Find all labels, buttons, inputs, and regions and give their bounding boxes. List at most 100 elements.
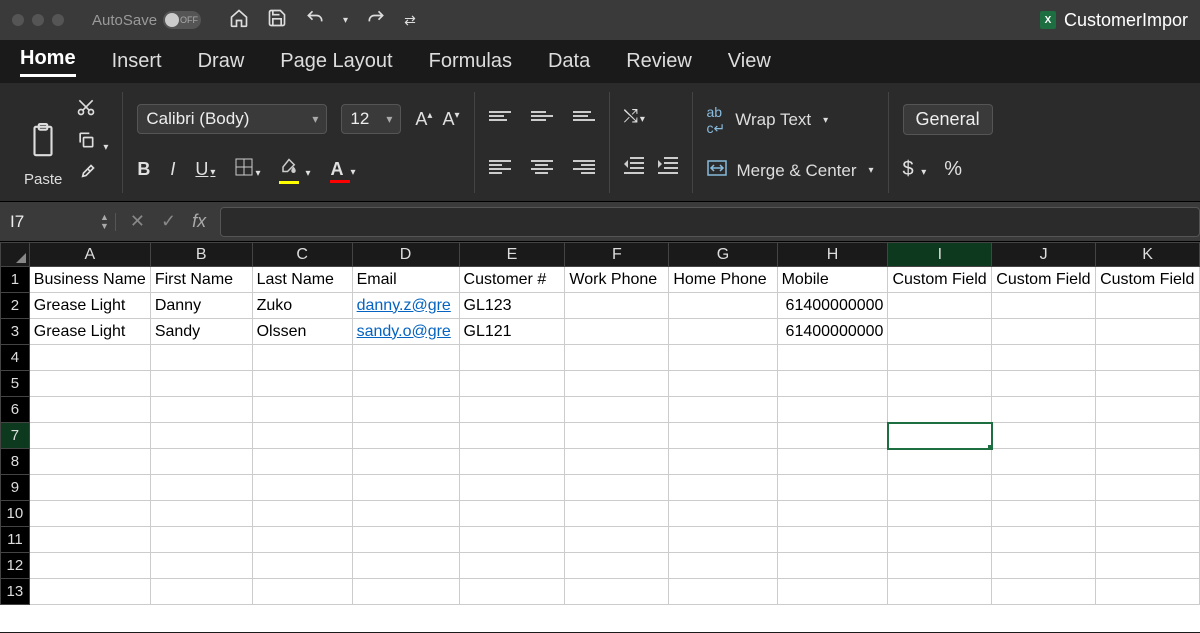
name-box[interactable]: I7 bbox=[0, 212, 100, 232]
cell-J7[interactable] bbox=[992, 423, 1096, 449]
cell-A7[interactable] bbox=[29, 423, 150, 449]
cell-H6[interactable] bbox=[777, 397, 888, 423]
cell-H1[interactable]: Mobile bbox=[777, 267, 888, 293]
cell-G5[interactable] bbox=[669, 371, 777, 397]
fill-color-icon[interactable]: ▾ bbox=[280, 158, 310, 181]
cell-K8[interactable] bbox=[1096, 449, 1200, 475]
row-header-12[interactable]: 12 bbox=[1, 553, 30, 579]
cell-E6[interactable] bbox=[459, 397, 565, 423]
cell-B7[interactable] bbox=[150, 423, 252, 449]
cell-F5[interactable] bbox=[565, 371, 669, 397]
cell-C7[interactable] bbox=[252, 423, 352, 449]
cell-A10[interactable] bbox=[29, 501, 150, 527]
cell-I10[interactable] bbox=[888, 501, 992, 527]
cell-A13[interactable] bbox=[29, 579, 150, 605]
cell-H4[interactable] bbox=[777, 345, 888, 371]
cell-C8[interactable] bbox=[252, 449, 352, 475]
cell-J5[interactable] bbox=[992, 371, 1096, 397]
cell-I6[interactable] bbox=[888, 397, 992, 423]
cell-I1[interactable]: Custom Field bbox=[888, 267, 992, 293]
cell-J9[interactable] bbox=[992, 475, 1096, 501]
cell-K2[interactable] bbox=[1096, 293, 1200, 319]
cell-H2[interactable]: 61400000000 bbox=[777, 293, 888, 319]
cell-C3[interactable]: Olssen bbox=[252, 319, 352, 345]
cell-H10[interactable] bbox=[777, 501, 888, 527]
row-header-10[interactable]: 10 bbox=[1, 501, 30, 527]
cell-C11[interactable] bbox=[252, 527, 352, 553]
column-header-B[interactable]: B bbox=[150, 243, 252, 267]
column-header-F[interactable]: F bbox=[565, 243, 669, 267]
merge-center-button[interactable]: Merge & Center ▾ bbox=[707, 160, 874, 181]
customize-qat-icon[interactable]: ⇄ bbox=[404, 12, 416, 29]
cell-E1[interactable]: Customer # bbox=[459, 267, 565, 293]
cell-B3[interactable]: Sandy bbox=[150, 319, 252, 345]
cell-J2[interactable] bbox=[992, 293, 1096, 319]
cell-A11[interactable] bbox=[29, 527, 150, 553]
underline-button[interactable]: U▾ bbox=[195, 159, 215, 180]
row-header-13[interactable]: 13 bbox=[1, 579, 30, 605]
cell-I11[interactable] bbox=[888, 527, 992, 553]
cell-A1[interactable]: Business Name bbox=[29, 267, 150, 293]
cell-H7[interactable] bbox=[777, 423, 888, 449]
cell-B4[interactable] bbox=[150, 345, 252, 371]
cell-A3[interactable]: Grease Light bbox=[29, 319, 150, 345]
cell-D8[interactable] bbox=[352, 449, 459, 475]
cell-A2[interactable]: Grease Light bbox=[29, 293, 150, 319]
select-all-corner[interactable] bbox=[1, 243, 30, 267]
cell-I2[interactable] bbox=[888, 293, 992, 319]
cell-E13[interactable] bbox=[459, 579, 565, 605]
cell-D10[interactable] bbox=[352, 501, 459, 527]
cell-J13[interactable] bbox=[992, 579, 1096, 605]
tab-view[interactable]: View bbox=[728, 50, 771, 73]
cell-D12[interactable] bbox=[352, 553, 459, 579]
cell-K13[interactable] bbox=[1096, 579, 1200, 605]
cell-A8[interactable] bbox=[29, 449, 150, 475]
font-name-select[interactable]: Calibri (Body)▾ bbox=[137, 104, 327, 134]
cell-J10[interactable] bbox=[992, 501, 1096, 527]
insert-function-icon[interactable]: fx bbox=[192, 211, 206, 232]
cell-H9[interactable] bbox=[777, 475, 888, 501]
cell-D7[interactable] bbox=[352, 423, 459, 449]
cell-I12[interactable] bbox=[888, 553, 992, 579]
cell-B10[interactable] bbox=[150, 501, 252, 527]
cell-G9[interactable] bbox=[669, 475, 777, 501]
cell-F13[interactable] bbox=[565, 579, 669, 605]
cell-G2[interactable] bbox=[669, 293, 777, 319]
cell-G8[interactable] bbox=[669, 449, 777, 475]
cell-B13[interactable] bbox=[150, 579, 252, 605]
column-header-E[interactable]: E bbox=[459, 243, 565, 267]
minimize-window-icon[interactable] bbox=[32, 14, 44, 26]
cell-B9[interactable] bbox=[150, 475, 252, 501]
cell-G6[interactable] bbox=[669, 397, 777, 423]
column-header-I[interactable]: I bbox=[888, 243, 992, 267]
cell-G1[interactable]: Home Phone bbox=[669, 267, 777, 293]
cell-A6[interactable] bbox=[29, 397, 150, 423]
cell-A9[interactable] bbox=[29, 475, 150, 501]
row-header-6[interactable]: 6 bbox=[1, 397, 30, 423]
column-header-K[interactable]: K bbox=[1096, 243, 1200, 267]
cell-C12[interactable] bbox=[252, 553, 352, 579]
row-header-3[interactable]: 3 bbox=[1, 319, 30, 345]
font-color-icon[interactable]: A ▾ bbox=[331, 159, 356, 180]
tab-page-layout[interactable]: Page Layout bbox=[280, 50, 392, 73]
cell-K3[interactable] bbox=[1096, 319, 1200, 345]
percent-icon[interactable]: % bbox=[944, 158, 962, 181]
cell-E3[interactable]: GL121 bbox=[459, 319, 565, 345]
cell-E11[interactable] bbox=[459, 527, 565, 553]
cell-I5[interactable] bbox=[888, 371, 992, 397]
cell-K1[interactable]: Custom Field bbox=[1096, 267, 1200, 293]
cell-K10[interactable] bbox=[1096, 501, 1200, 527]
cell-A12[interactable] bbox=[29, 553, 150, 579]
font-size-select[interactable]: 12▾ bbox=[341, 104, 401, 134]
cell-F12[interactable] bbox=[565, 553, 669, 579]
cell-D3[interactable]: sandy.o@gre bbox=[352, 319, 459, 345]
row-header-11[interactable]: 11 bbox=[1, 527, 30, 553]
tab-insert[interactable]: Insert bbox=[112, 50, 162, 73]
format-painter-icon[interactable] bbox=[76, 163, 108, 188]
cell-K5[interactable] bbox=[1096, 371, 1200, 397]
cell-J3[interactable] bbox=[992, 319, 1096, 345]
cell-K9[interactable] bbox=[1096, 475, 1200, 501]
cell-E4[interactable] bbox=[459, 345, 565, 371]
cell-I9[interactable] bbox=[888, 475, 992, 501]
cell-A5[interactable] bbox=[29, 371, 150, 397]
